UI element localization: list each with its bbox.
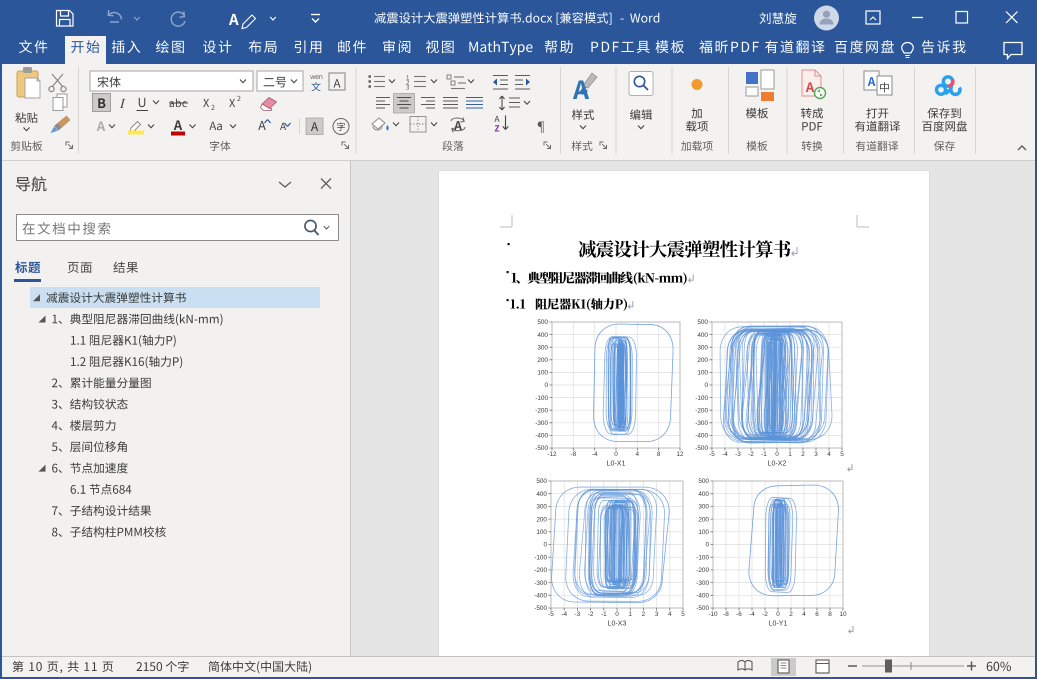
svg-text:¶: ¶: [538, 119, 545, 135]
svg-text:I: I: [118, 96, 127, 112]
